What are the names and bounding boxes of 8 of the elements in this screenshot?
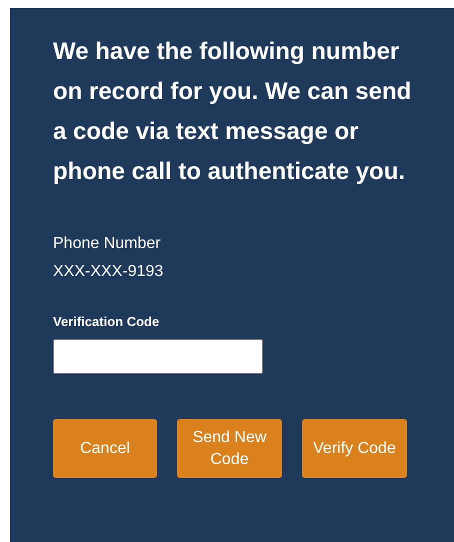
phone-label: Phone Number — [53, 234, 161, 254]
action-button[interactable]: Verify Code — [302, 419, 407, 478]
phone-number: XXX-XXX-9193 — [53, 262, 164, 282]
action-button[interactable]: Send New Code — [177, 419, 282, 478]
instruction-text: We have the following number on record for you. We can send a code via text message or phone call to authenticate you. — [53, 37, 412, 187]
verification-code-field[interactable] — [53, 339, 263, 374]
action-button[interactable]: Cancel — [53, 419, 157, 478]
field-label: Verification Code — [53, 314, 160, 329]
